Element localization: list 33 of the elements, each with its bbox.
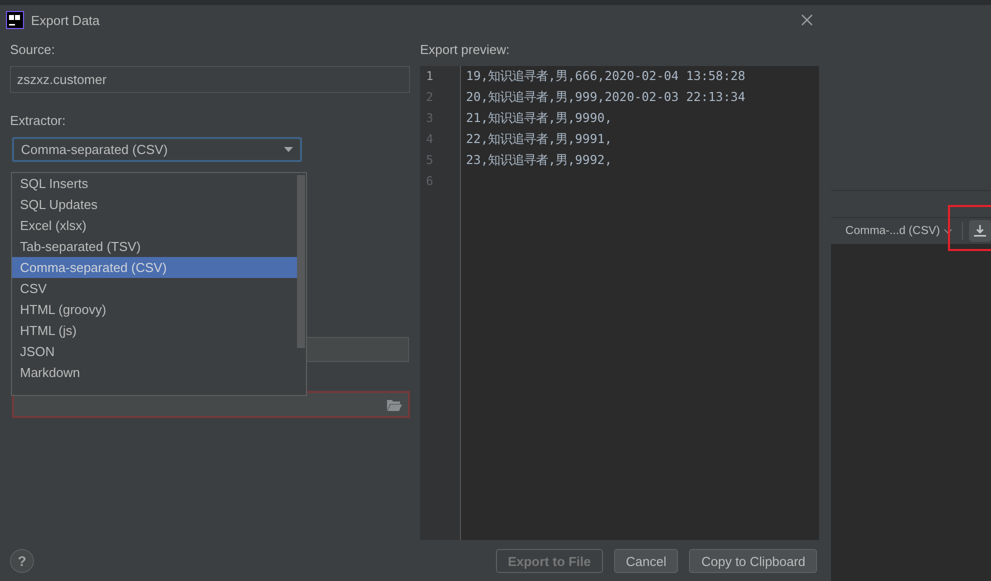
scrollbar[interactable] <box>297 175 305 348</box>
source-field[interactable]: zszxz.customer <box>10 66 410 93</box>
dropdown-option[interactable]: JSON <box>12 341 294 362</box>
extractor-label: Extractor: <box>10 113 67 130</box>
code-line: 23,知识追寻者,男,9992, <box>466 153 612 167</box>
preview-label: Export preview: <box>420 42 511 59</box>
dropdown-option[interactable]: HTML (js) <box>12 320 294 341</box>
folder-icon[interactable] <box>387 398 402 410</box>
help-button[interactable]: ? <box>10 549 34 573</box>
extractor-dropdown[interactable]: Comma-separated (CSV) <box>12 137 302 162</box>
dialog-button[interactable]: Copy to Clipboard <box>689 549 818 573</box>
caret-icon <box>284 147 293 152</box>
close-icon[interactable] <box>801 14 814 26</box>
download-button[interactable] <box>969 220 991 242</box>
dialog-button[interactable]: Cancel <box>614 549 678 573</box>
code-line: 19,知识追寻者,男,666,2020-02-04 13:58:28 <box>466 69 746 83</box>
source-label: Source: <box>10 42 56 59</box>
dropdown-option[interactable]: CSV <box>12 278 294 299</box>
format-selector[interactable]: Comma-...d (CSV) <box>845 225 940 237</box>
dropdown-option[interactable]: SQL Updates <box>12 194 294 215</box>
code-line: 21,知识追寻者,男,9990, <box>466 111 612 125</box>
dropdown-option[interactable]: Excel (xlsx) <box>12 215 294 236</box>
window-title: Export Data <box>31 12 100 28</box>
code-line: 22,知识追寻者,男,9991, <box>466 132 612 146</box>
chevron-icon <box>944 228 952 234</box>
dropdown-option[interactable]: HTML (groovy) <box>12 299 294 320</box>
line-number: 1 <box>425 68 434 85</box>
dropdown-option[interactable]: SQL Inserts <box>12 173 294 194</box>
dropdown-option[interactable]: Tab-separated (TSV) <box>12 236 294 257</box>
app-logo-icon <box>6 11 24 29</box>
dropdown-option[interactable]: Markdown <box>12 362 294 383</box>
download-icon <box>974 225 986 237</box>
code-line: 20,知识追寻者,男,999,2020-02-03 22:13:34 <box>466 90 746 104</box>
